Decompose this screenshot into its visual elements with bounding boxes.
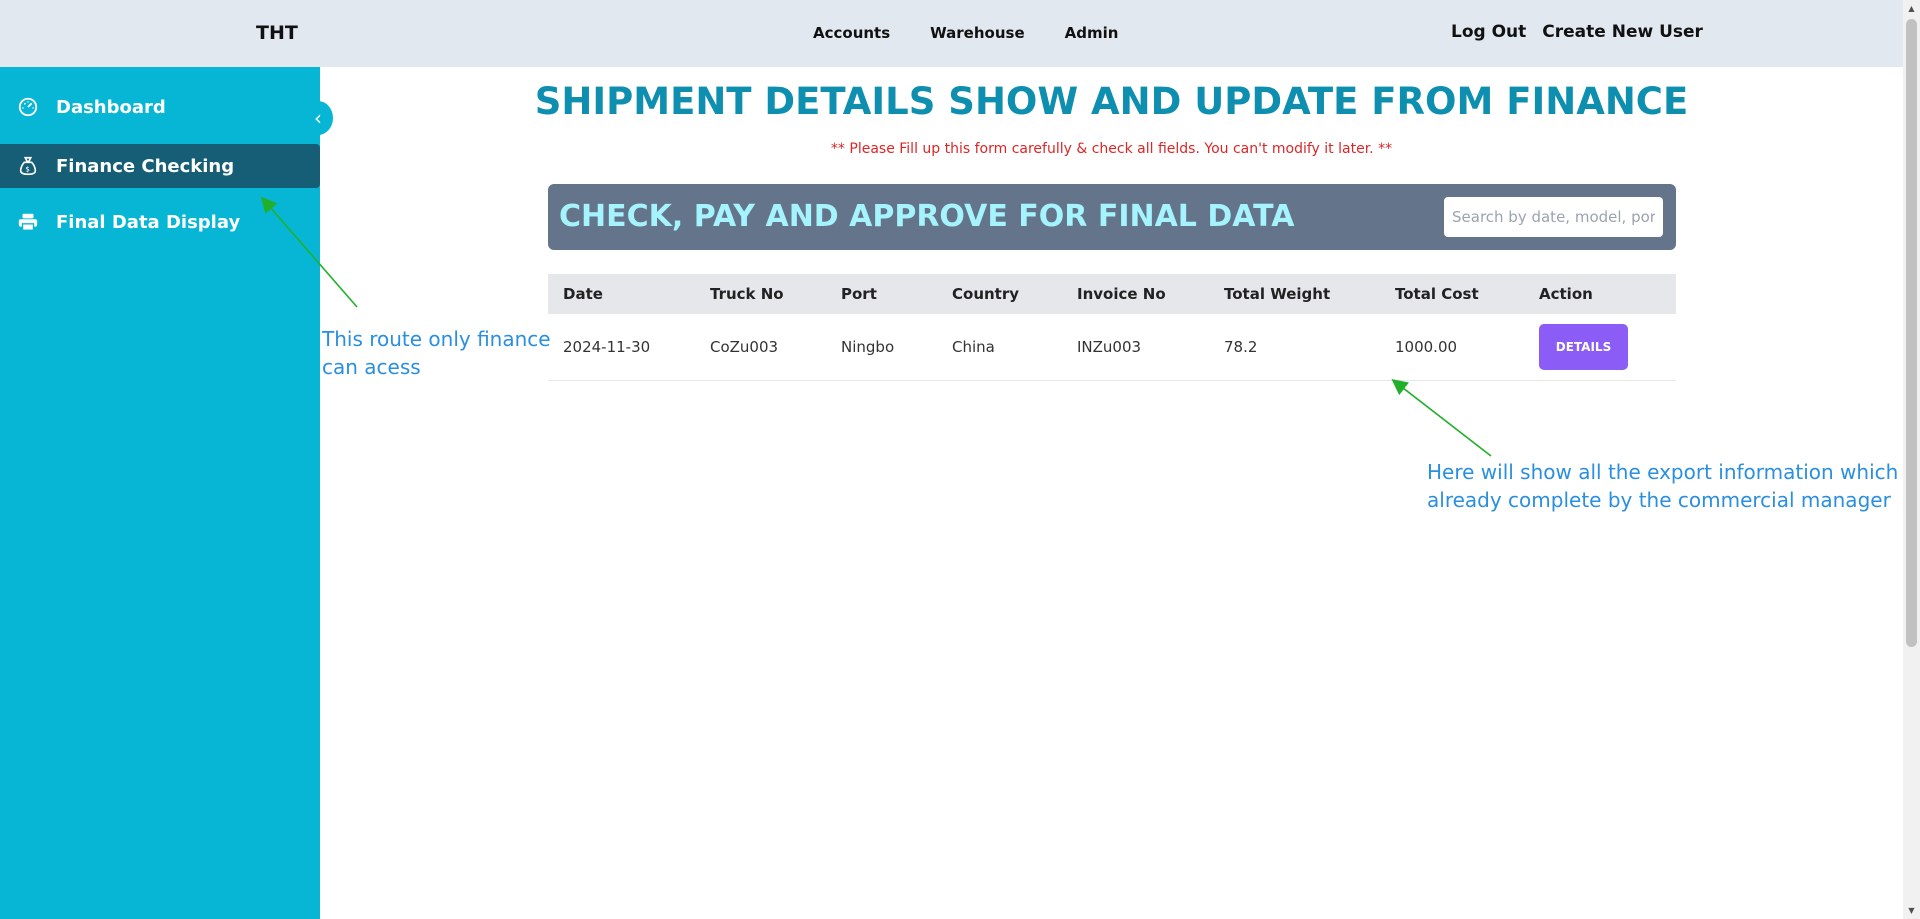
column-header-port: Port	[841, 285, 877, 303]
cell-date: 2024-11-30	[563, 337, 651, 356]
cell-invoice-no: INZu003	[1077, 337, 1142, 356]
nav-admin[interactable]: Admin	[1065, 24, 1119, 42]
column-header-country: Country	[952, 285, 1020, 303]
logout-link[interactable]: Log Out	[1451, 22, 1526, 42]
details-button[interactable]: DETAILS	[1539, 323, 1628, 370]
search-input[interactable]	[1444, 197, 1663, 237]
sidebar-item-dashboard[interactable]: Dashboard	[0, 85, 320, 129]
column-header-action: Action	[1539, 285, 1593, 303]
gauge-icon	[16, 95, 40, 119]
panel-title: CHECK, PAY AND APPROVE FOR FINAL DATA	[559, 199, 1295, 234]
sidebar-item-final-data-display[interactable]: Final Data Display	[0, 200, 320, 244]
brand-logo[interactable]: THT	[256, 22, 298, 44]
svg-text:$: $	[25, 165, 30, 174]
column-header-total-weight: Total Weight	[1224, 285, 1331, 303]
sidebar-item-label: Finance Checking	[56, 155, 235, 177]
money-bag-icon: $	[16, 154, 40, 178]
create-new-user-link[interactable]: Create New User	[1542, 22, 1703, 42]
sidebar-item-label: Dashboard	[56, 96, 166, 118]
cell-total-weight: 78.2	[1224, 337, 1258, 356]
user-nav: Log Out Create New User	[1451, 22, 1703, 42]
page-scrollbar[interactable]: ▲ ▼	[1903, 0, 1920, 919]
cell-port: Ningbo	[841, 337, 895, 356]
cell-truck-no: CoZu003	[710, 337, 779, 356]
sidebar-item-finance-checking[interactable]: $ Finance Checking	[0, 144, 320, 188]
shipments-table: Date Truck No Port Country Invoice No To…	[548, 274, 1676, 381]
scroll-down-arrow-icon[interactable]: ▼	[1903, 902, 1920, 919]
column-header-truck-no: Truck No	[710, 285, 784, 303]
cell-action: DETAILS	[1524, 314, 1676, 380]
nav-warehouse[interactable]: Warehouse	[930, 24, 1024, 42]
cell-country: China	[952, 337, 995, 356]
column-header-date: Date	[563, 285, 603, 303]
table-row: 2024-11-30 CoZu003 Ningbo China INZu003 …	[548, 314, 1676, 380]
search-panel: CHECK, PAY AND APPROVE FOR FINAL DATA	[548, 184, 1676, 250]
printer-icon	[16, 210, 40, 234]
main-nav: Accounts Warehouse Admin	[813, 24, 1118, 42]
scroll-up-arrow-icon[interactable]: ▲	[1903, 0, 1920, 17]
scroll-thumb[interactable]	[1906, 19, 1917, 647]
annotation-arrow-right	[1391, 379, 1492, 457]
column-header-invoice-no: Invoice No	[1077, 285, 1166, 303]
page-title: SHIPMENT DETAILS SHOW AND UPDATE FROM FI…	[534, 80, 1689, 123]
nav-accounts[interactable]: Accounts	[813, 24, 890, 42]
annotation-export-info: Here will show all the export informatio…	[1427, 460, 1899, 512]
top-navbar: THT Accounts Warehouse Admin Log Out Cre…	[0, 0, 1903, 67]
column-header-total-cost: Total Cost	[1395, 285, 1479, 303]
sidebar-item-label: Final Data Display	[56, 211, 241, 233]
annotation-finance-route: This route only finance can acess	[322, 327, 551, 379]
form-warning: ** Please Fill up this form carefully & …	[830, 141, 1393, 157]
table-header-row: Date Truck No Port Country Invoice No To…	[548, 274, 1676, 314]
sidebar: Dashboard $ Finance Checking Final Data …	[0, 67, 320, 919]
cell-total-cost: 1000.00	[1395, 337, 1458, 356]
